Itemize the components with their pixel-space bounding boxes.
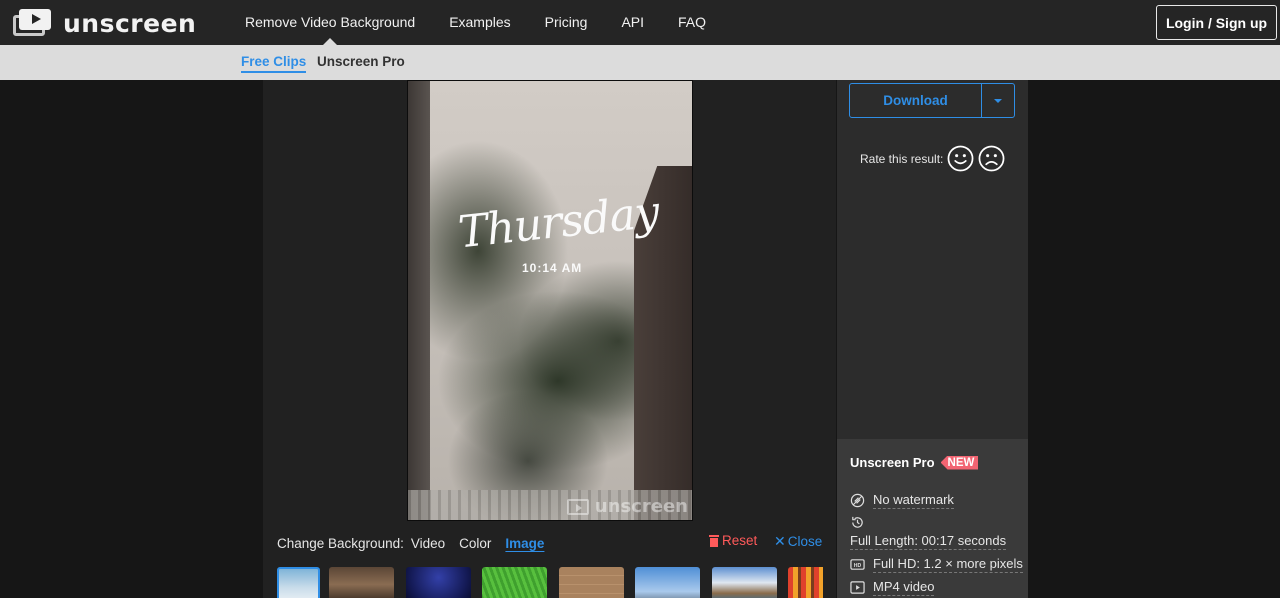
thumbnail-night-stars[interactable] (406, 567, 471, 598)
thumbnail-colored-pencils[interactable] (788, 567, 823, 598)
watermark: unscreen (566, 496, 688, 517)
feature-history (850, 515, 873, 530)
reset-button[interactable]: Reset (709, 533, 757, 548)
sad-face-icon[interactable] (978, 145, 1005, 172)
watermark-text: unscreen (594, 496, 688, 517)
smiley-face-icon[interactable] (947, 145, 974, 172)
nav-faq[interactable]: FAQ (661, 0, 723, 45)
caret-down-icon (994, 98, 1002, 103)
play-file-icon (850, 581, 865, 594)
feature-label: No watermark (873, 492, 954, 509)
bg-option-color[interactable]: Color (459, 536, 491, 551)
logo[interactable]: unscreen (13, 8, 197, 38)
hd-icon: HD (850, 559, 865, 570)
feature-label: MP4 video (873, 579, 935, 596)
download-button[interactable]: Download (850, 84, 982, 117)
rate-label: Rate this result: (860, 151, 944, 166)
logo-play-icon (13, 9, 51, 37)
feature-full-hd: HD Full HD: 1.2 × more pixels (850, 556, 1023, 573)
history-icon (852, 516, 863, 528)
thumbnail-wooden-interior[interactable] (329, 567, 394, 598)
login-signup-button[interactable]: Login / Sign up (1156, 5, 1277, 40)
feature-full-length: Full Length: 00:17 seconds (850, 533, 1007, 550)
rate-result: Rate this result: (860, 145, 1005, 172)
change-background-label: Change Background: (277, 535, 404, 551)
watermark-logo-icon (566, 498, 589, 515)
reset-label: Reset (722, 533, 758, 548)
top-header: unscreen Remove Video Background Example… (0, 0, 1280, 45)
video-overlay-title: Thursday (455, 186, 662, 259)
close-icon: ✕ (774, 533, 786, 549)
main-nav: Remove Video Background Examples Pricing… (228, 0, 723, 45)
feature-label: Full HD: 1.2 × more pixels (873, 556, 1023, 573)
pro-title-text: Unscreen Pro (850, 455, 935, 470)
feature-mp4: MP4 video (850, 579, 935, 596)
trash-icon (709, 534, 719, 547)
logo-text: unscreen (63, 8, 197, 38)
nav-pricing[interactable]: Pricing (528, 0, 605, 45)
no-watermark-icon (850, 493, 865, 508)
download-options-dropdown[interactable] (982, 84, 1014, 117)
unscreen-pro-title: Unscreen Pro NEW (850, 455, 979, 470)
thumbnail-mountain-lake[interactable] (712, 567, 777, 598)
tab-unscreen-pro[interactable]: Unscreen Pro (317, 45, 405, 80)
thumbnail-sky-clouds[interactable] (277, 567, 320, 598)
download-button-group: Download (849, 83, 1015, 118)
bg-option-video[interactable]: Video (411, 536, 445, 551)
close-label: Close (787, 534, 823, 549)
feature-no-watermark: No watermark (850, 492, 954, 509)
close-button[interactable]: ✕ Close (774, 533, 822, 550)
change-background-row: Change Background: Video Color Image (277, 533, 551, 553)
tab-free-clips[interactable]: Free Clips (241, 45, 307, 80)
video-pillar (408, 81, 430, 520)
thumbnail-green-grass[interactable] (482, 567, 547, 598)
video-preview[interactable]: Thursday 10:14 AM unscreen (407, 80, 693, 521)
nav-examples[interactable]: Examples (432, 0, 527, 45)
nav-api[interactable]: API (604, 0, 661, 45)
background-thumbnails (277, 567, 823, 598)
sub-nav: Free Clips Unscreen Pro (0, 45, 1280, 80)
thumbnail-wood-planks[interactable] (559, 567, 624, 598)
svg-text:HD: HD (854, 563, 862, 569)
nav-remove-video-background[interactable]: Remove Video Background (228, 0, 432, 45)
thumbnail-city-skyline[interactable] (635, 567, 700, 598)
feature-label: Full Length: 00:17 seconds (850, 533, 1007, 550)
video-overlay-time: 10:14 AM (522, 261, 583, 275)
bg-option-image[interactable]: Image (505, 536, 544, 551)
new-badge: NEW (940, 455, 979, 470)
